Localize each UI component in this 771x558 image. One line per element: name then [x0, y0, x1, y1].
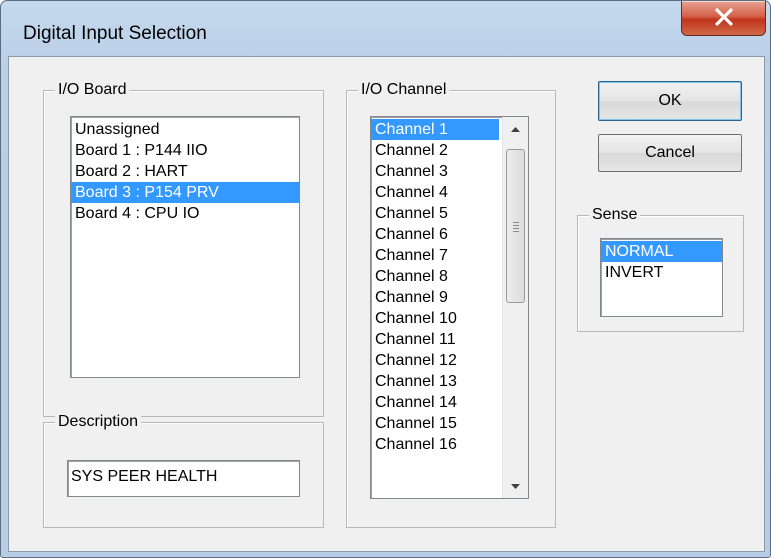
io-channel-item[interactable]: Channel 11 [371, 329, 499, 350]
io-channel-item[interactable]: Channel 2 [371, 140, 499, 161]
io-channel-item[interactable]: Channel 16 [371, 434, 499, 455]
chevron-down-icon [511, 484, 520, 489]
io-channel-item[interactable]: Channel 15 [371, 413, 499, 434]
description-field[interactable]: SYS PEER HEALTH [67, 460, 300, 497]
sense-label: Sense [589, 205, 641, 225]
io-board-item[interactable]: Board 4 : CPU IO [71, 203, 299, 224]
io-board-item[interactable]: Board 1 : P144 IIO [71, 140, 299, 161]
io-channel-item[interactable]: Channel 3 [371, 161, 499, 182]
window-title: Digital Input Selection [23, 23, 207, 44]
description-label: Description [55, 412, 142, 432]
io-channel-item[interactable]: Channel 10 [371, 308, 499, 329]
io-channel-item[interactable]: Channel 8 [371, 266, 499, 287]
io-channel-item[interactable]: Channel 5 [371, 203, 499, 224]
dialog-window: Digital Input Selection I/O Board Unassi… [0, 0, 771, 558]
close-button[interactable] [681, 1, 766, 36]
io-board-label: I/O Board [55, 80, 130, 100]
io-channel-listbox[interactable]: Channel 1 Channel 2 Channel 3 Channel 4 Chan… [370, 116, 529, 499]
io-channel-item[interactable]: Channel 4 [371, 182, 499, 203]
ok-button[interactable]: OK [598, 81, 742, 121]
io-channel-item[interactable]: Channel 9 [371, 287, 499, 308]
dialog-client-area: I/O Board Unassigned Board 1 : P144 IIO Bo… [8, 56, 765, 552]
io-channel-group: I/O Channel Channel 1 Channel 2 Channel 3C… [346, 80, 556, 528]
io-channel-item[interactable]: Channel 14 [371, 392, 499, 413]
description-group: Description SYS PEER HEALTH [43, 412, 324, 528]
scroll-thumb[interactable] [506, 149, 525, 303]
io-channel-label: I/O Channel [358, 80, 450, 100]
scroll-up-arrow[interactable] [503, 117, 528, 140]
close-icon [715, 8, 733, 26]
io-channel-item[interactable]: Channel 6 [371, 224, 499, 245]
io-board-item[interactable]: Board 2 : HART [71, 161, 299, 182]
io-board-item[interactable]: Board 3 : P154 PRV [71, 182, 299, 203]
chevron-up-icon [511, 127, 520, 132]
sense-listbox[interactable]: NORMAL INVERT [600, 238, 723, 317]
io-board-group: I/O Board Unassigned Board 1 : P144 IIO Bo… [43, 80, 324, 417]
io-channel-item[interactable]: Channel 13 [371, 371, 499, 392]
io-board-listbox[interactable]: Unassigned Board 1 : P144 IIO Board 2 : HA… [70, 116, 300, 378]
cancel-button[interactable]: Cancel [598, 134, 742, 172]
io-channel-item[interactable]: Channel 7 [371, 245, 499, 266]
sense-item[interactable]: NORMAL [601, 241, 722, 262]
io-board-item[interactable]: Unassigned [71, 119, 299, 140]
io-channel-item[interactable]: Channel 12 [371, 350, 499, 371]
title-bar[interactable]: Digital Input Selection [1, 1, 770, 43]
scroll-down-arrow[interactable] [503, 475, 528, 498]
sense-group: Sense NORMAL INVERT [577, 205, 744, 332]
channel-scrollbar[interactable] [502, 117, 528, 498]
sense-item[interactable]: INVERT [601, 262, 722, 283]
grip-icon [513, 222, 519, 234]
io-channel-item[interactable]: Channel 1 [371, 119, 499, 140]
